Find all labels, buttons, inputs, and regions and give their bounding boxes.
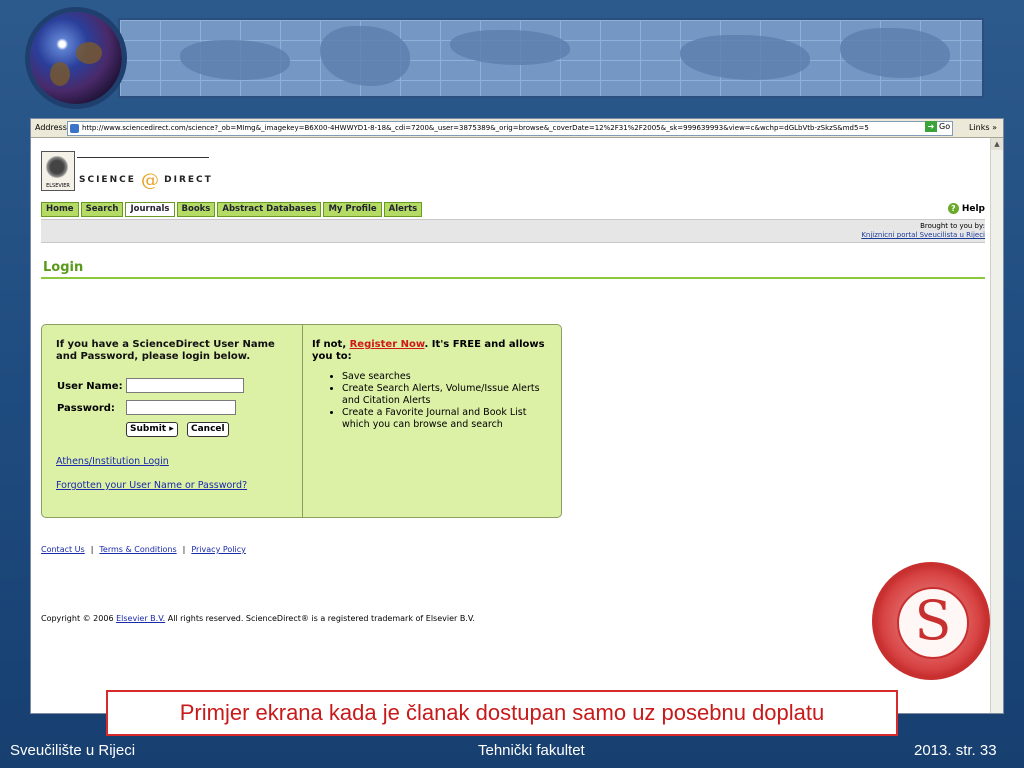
tab-search[interactable]: Search xyxy=(80,202,124,217)
map-continent xyxy=(450,30,570,65)
globe-logo xyxy=(30,12,122,104)
tab-my-profile[interactable]: My Profile xyxy=(323,202,382,217)
faculty-footer: Tehnički fakultet xyxy=(478,742,585,759)
go-button[interactable]: ➜ Go xyxy=(925,121,950,132)
register-now-link[interactable]: Register Now xyxy=(350,339,425,350)
institution-link[interactable]: Knjiznicni portal Sveucilista u Rijeci xyxy=(861,231,985,239)
publisher-name: ELSEVIER xyxy=(46,183,70,189)
help-link[interactable]: ? Help xyxy=(947,203,985,214)
map-continent xyxy=(180,40,290,80)
athens-login-link[interactable]: Athens/Institution Login xyxy=(56,456,169,467)
sciencedirect-logo[interactable]: ELSEVIER SCIENCE @ DIRECT xyxy=(41,151,213,191)
list-item: Save searches xyxy=(342,371,552,383)
map-continent xyxy=(680,35,810,80)
register-prompt: If not, Register Now. It's FREE and allo… xyxy=(312,339,545,362)
brought-to-you-bar: Brought to you by: Knjiznicni portal Sve… xyxy=(41,219,985,243)
map-continent xyxy=(320,26,410,86)
separator: | xyxy=(182,545,186,554)
slide-caption: Primjer ekrana kada je članak dostupan s… xyxy=(106,690,898,736)
header-banner xyxy=(118,18,984,98)
login-panel: If you have a ScienceDirect User Name an… xyxy=(41,324,562,518)
address-bar: Address http://www.sciencedirect.com/sci… xyxy=(31,119,1003,138)
footer-links: Contact Us | Terms & Conditions | Privacy Po… xyxy=(41,545,246,554)
tab-abstract-databases[interactable]: Abstract Databases xyxy=(217,202,322,217)
title-divider xyxy=(41,277,985,279)
page-title: Login xyxy=(43,260,84,275)
tab-home[interactable]: Home xyxy=(41,202,79,217)
go-label: Go xyxy=(939,122,951,131)
privacy-link[interactable]: Privacy Policy xyxy=(191,545,246,554)
username-input[interactable] xyxy=(126,378,244,393)
terms-link[interactable]: Terms & Conditions xyxy=(99,545,176,554)
submit-button[interactable]: Submit ▸ xyxy=(126,422,178,437)
panel-divider xyxy=(302,325,303,517)
browser-window: Address http://www.sciencedirect.com/sci… xyxy=(30,118,1004,714)
vertical-scrollbar[interactable]: ▲ xyxy=(990,138,1003,713)
scroll-up-icon[interactable]: ▲ xyxy=(991,138,1003,150)
help-icon: ? xyxy=(947,203,959,214)
page-number: 2013. str. 33 xyxy=(914,742,997,759)
links-label: Links xyxy=(969,123,990,132)
forgot-password-link[interactable]: Forgotten your User Name or Password? xyxy=(56,480,247,491)
login-intro: If you have a ScienceDirect User Name an… xyxy=(56,339,275,362)
tab-alerts[interactable]: Alerts xyxy=(383,202,423,217)
address-label: Address xyxy=(35,123,67,132)
tab-journals[interactable]: Journals xyxy=(125,202,175,217)
password-input[interactable] xyxy=(126,400,236,415)
list-item: Create a Favorite Journal and Book List … xyxy=(342,407,552,431)
username-label: User Name: xyxy=(57,381,123,392)
university-footer: Sveučilište u Rijeci xyxy=(10,742,136,759)
web-page: ELSEVIER SCIENCE @ DIRECT Home Search Jo… xyxy=(41,139,985,709)
password-label: Password: xyxy=(57,403,115,414)
tab-books[interactable]: Books xyxy=(176,202,216,217)
logo-wordmark: SCIENCE @ DIRECT xyxy=(79,170,213,191)
url-text: http://www.sciencedirect.com/science?_ob… xyxy=(82,124,869,132)
url-field[interactable]: http://www.sciencedirect.com/science?_ob… xyxy=(67,121,953,136)
go-arrow-icon: ➜ xyxy=(925,121,937,132)
separator: | xyxy=(90,545,94,554)
brought-label: Brought to you by: xyxy=(920,222,985,230)
cancel-button[interactable]: Cancel xyxy=(187,422,229,437)
contact-us-link[interactable]: Contact Us xyxy=(41,545,85,554)
links-button[interactable]: Links » xyxy=(969,123,997,132)
list-item: Create Search Alerts, Volume/Issue Alert… xyxy=(342,383,552,407)
help-label: Help xyxy=(961,204,985,214)
map-continent xyxy=(840,28,950,78)
elsevier-link[interactable]: Elsevier B.V. xyxy=(116,614,165,623)
library-stamp-logo: S xyxy=(872,562,990,680)
ie-page-icon xyxy=(70,123,79,133)
main-nav: Home Search Journals Books Abstract Data… xyxy=(41,202,423,217)
elsevier-tree-icon: ELSEVIER xyxy=(41,151,75,191)
benefits-list: Save searches Create Search Alerts, Volu… xyxy=(312,371,552,431)
copyright: Copyright © 2006 Elsevier B.V. All right… xyxy=(41,614,475,623)
